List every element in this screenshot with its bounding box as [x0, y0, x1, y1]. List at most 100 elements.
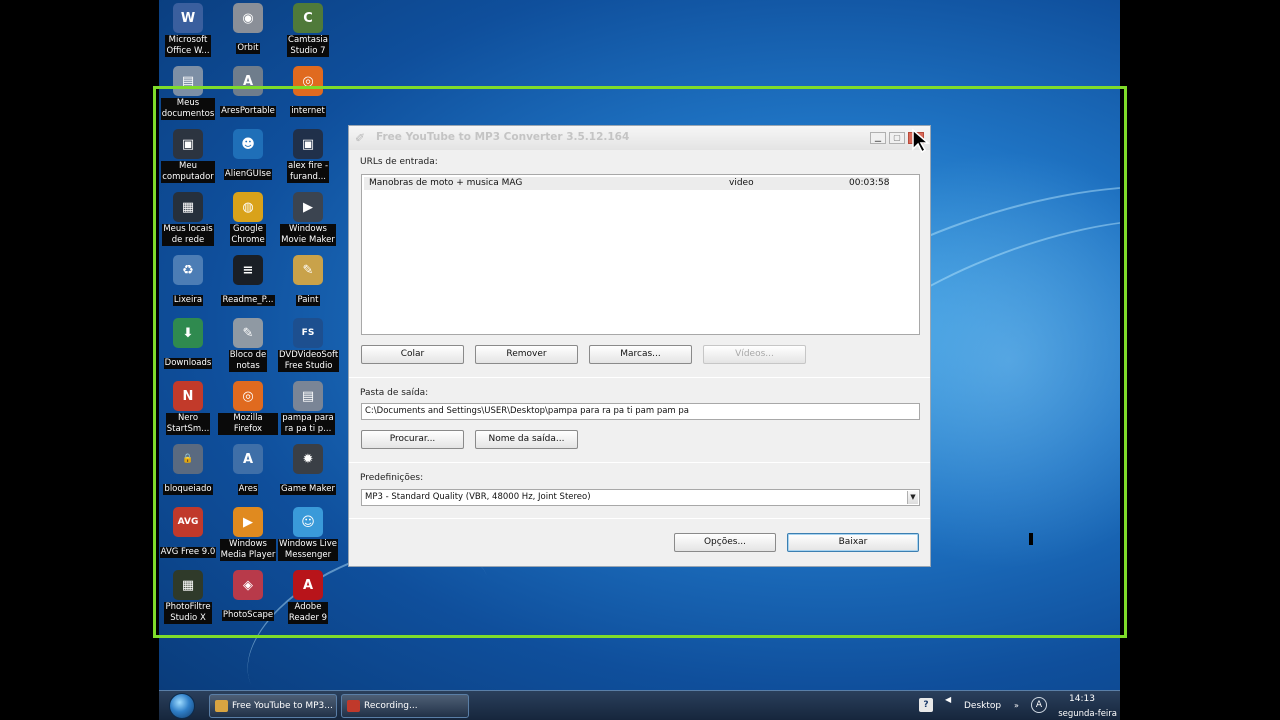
- converter-task-icon: [215, 700, 228, 712]
- desktop-icon-label: Windows Live Messenger: [278, 539, 338, 561]
- desktop-icon[interactable]: C Camtasia Studio 7: [278, 3, 338, 57]
- desktop-icon-label: Readme_P...: [221, 295, 275, 306]
- divider: [349, 377, 930, 378]
- desktop-icon-label: Game Maker: [280, 484, 336, 495]
- desktop-icon-label: Nero StartSm...: [165, 413, 211, 435]
- desktop-icon[interactable]: ▣ Meu computador: [158, 129, 218, 183]
- desktop-icon-label: Lixeira: [172, 295, 204, 306]
- desktop-icon-label: Orbit: [236, 43, 260, 54]
- desktop-icon[interactable]: ◎ Mozilla Firefox: [218, 381, 278, 435]
- youtube-mp3-converter-window: ✐ Free YouTube to MP3 Converter 3.5.12.1…: [348, 125, 931, 567]
- desktop-icon-label: Downloads: [163, 358, 213, 369]
- video-duration: 00:03:58: [849, 178, 890, 188]
- desktop-icon-label: Meu computador: [161, 161, 215, 183]
- photoscape-icon: ◈: [233, 570, 263, 600]
- desktop-icon-label: Camtasia Studio 7: [287, 35, 329, 57]
- desktop-icon-label: Adobe Reader 9: [287, 602, 329, 624]
- start-button[interactable]: [169, 693, 195, 719]
- ares-icon: A: [233, 444, 263, 474]
- desktop-icon[interactable]: A AresPortable: [218, 66, 278, 117]
- list-item[interactable]: Manobras de moto + musica MAG video 00:0…: [364, 177, 889, 190]
- recording-task-icon: [347, 700, 360, 712]
- preset-select[interactable]: MP3 - Standard Quality (VBR, 48000 Hz, J…: [361, 489, 920, 506]
- desktop-icon[interactable]: ◍ Google Chrome: [218, 192, 278, 246]
- browse-button[interactable]: Procurar...: [361, 430, 464, 449]
- desktop-icon[interactable]: ▶ Windows Media Player: [218, 507, 278, 561]
- movie-maker-icon: ▶: [293, 192, 323, 222]
- desktop-icon-label: Bloco de notas: [228, 350, 268, 372]
- clock-day[interactable]: segunda-feira: [1039, 709, 1117, 719]
- desktop-icon[interactable]: AVG AVG Free 9.0: [158, 507, 218, 558]
- desktop-icon[interactable]: ◉ Orbit: [218, 3, 278, 54]
- notepad-icon: ✎: [233, 318, 263, 348]
- photofiltre-icon: ▦: [173, 570, 203, 600]
- desktop-icon[interactable]: 🔒 bloqueiado: [158, 444, 218, 495]
- desktop-icon[interactable]: ◈ PhotoScape: [218, 570, 278, 621]
- chrome-icon: ◍: [233, 192, 263, 222]
- orbit-icon: ◉: [233, 3, 263, 33]
- desktop-icon[interactable]: ≡ Readme_P...: [218, 255, 278, 306]
- taskbar-item-converter[interactable]: Free YouTube to MP3...: [209, 694, 337, 718]
- url-list[interactable]: Manobras de moto + musica MAG video 00:0…: [361, 174, 920, 335]
- chevron-down-icon[interactable]: ▼: [907, 491, 918, 504]
- desktop-icon-label: Google Chrome: [230, 224, 266, 246]
- firefox-icon: ◎: [293, 66, 323, 96]
- paint-icon: ✎: [293, 255, 323, 285]
- output-name-button[interactable]: Nome da saída...: [475, 430, 578, 449]
- desktop-icon[interactable]: FS DVDVideoSoft Free Studio: [278, 318, 340, 372]
- desktop-icon[interactable]: N Nero StartSm...: [158, 381, 218, 435]
- remove-button[interactable]: Remover: [475, 345, 578, 364]
- avg-icon: AVG: [173, 507, 203, 537]
- chevron-right-icon[interactable]: »: [1014, 701, 1019, 710]
- taskbar-item-label: Recording...: [364, 701, 418, 711]
- desktop-icon[interactable]: ✹ Game Maker: [278, 444, 338, 495]
- desktop-icon-label: Windows Media Player: [219, 539, 277, 561]
- folder-documents-icon: ▤: [173, 66, 203, 96]
- download-button[interactable]: Baixar: [787, 533, 919, 552]
- desktop-icon[interactable]: ✎ Bloco de notas: [218, 318, 278, 372]
- minimize-button[interactable]: ▁: [870, 132, 886, 144]
- desktop-icon[interactable]: ▤ Meus documentos: [158, 66, 218, 120]
- desktop-icon[interactable]: A Adobe Reader 9: [278, 570, 338, 624]
- desktop-icon[interactable]: ▤ pampa para ra pa ti p...: [278, 381, 338, 435]
- video-type: video: [729, 178, 754, 188]
- taskbar-item-recording[interactable]: Recording...: [341, 694, 469, 718]
- alex-fire-icon: ▣: [293, 129, 323, 159]
- videos-button[interactable]: Vídeos...: [703, 345, 806, 364]
- output-folder-label: Pasta de saída:: [360, 388, 429, 398]
- desktop-icon[interactable]: ☺ Windows Live Messenger: [278, 507, 338, 561]
- help-icon[interactable]: ?: [919, 698, 933, 712]
- downloads-icon: ⬇: [173, 318, 203, 348]
- desktop-toolbar-label[interactable]: Desktop: [964, 701, 1001, 711]
- volume-icon[interactable]: ◀: [945, 695, 951, 704]
- desktop-icon-label: Meus documentos: [160, 98, 216, 120]
- output-folder-field[interactable]: C:\Documents and Settings\USER\Desktop\p…: [361, 403, 920, 420]
- paste-button[interactable]: Colar: [361, 345, 464, 364]
- text-cursor-icon: [1029, 533, 1033, 545]
- urls-label: URLs de entrada:: [360, 157, 438, 167]
- maximize-button[interactable]: ▢: [889, 132, 905, 144]
- desktop-icon-label: bloqueiado: [163, 484, 213, 495]
- options-button[interactable]: Opções...: [674, 533, 776, 552]
- desktop-icon[interactable]: W Microsoft Office W...: [158, 3, 218, 57]
- desktop-icon-label: Windows Movie Maker: [280, 224, 336, 246]
- desktop-icon[interactable]: ⬇ Downloads: [158, 318, 218, 369]
- desktop-icon[interactable]: ▦ Meus locais de rede: [158, 192, 218, 246]
- desktop-icon-label: alex fire - furand...: [286, 161, 330, 183]
- desktop-icon[interactable]: ✎ Paint: [278, 255, 338, 306]
- network-places-icon: ▦: [173, 192, 203, 222]
- desktop-icon[interactable]: ▦ PhotoFiltre Studio X: [158, 570, 218, 624]
- desktop-icon[interactable]: ▣ alex fire - furand...: [278, 129, 338, 183]
- desktop-icon-label: Meus locais de rede: [162, 224, 214, 246]
- desktop-icon-label: Microsoft Office W...: [165, 35, 211, 57]
- desktop-icon[interactable]: ◎ internet: [278, 66, 338, 117]
- desktop-icon[interactable]: ☻ AlienGUIse: [218, 129, 278, 180]
- clock-time[interactable]: 14:13: [1069, 694, 1095, 704]
- marks-button[interactable]: Marcas...: [589, 345, 692, 364]
- desktop-icon-label: AlienGUIse: [223, 169, 273, 180]
- desktop-icon[interactable]: ▶ Windows Movie Maker: [278, 192, 338, 246]
- title-bar[interactable]: ✐ Free YouTube to MP3 Converter 3.5.12.1…: [349, 126, 930, 150]
- file-icon: ▤: [293, 381, 323, 411]
- desktop-icon[interactable]: ♻ Lixeira: [158, 255, 218, 306]
- desktop-icon[interactable]: A Ares: [218, 444, 278, 495]
